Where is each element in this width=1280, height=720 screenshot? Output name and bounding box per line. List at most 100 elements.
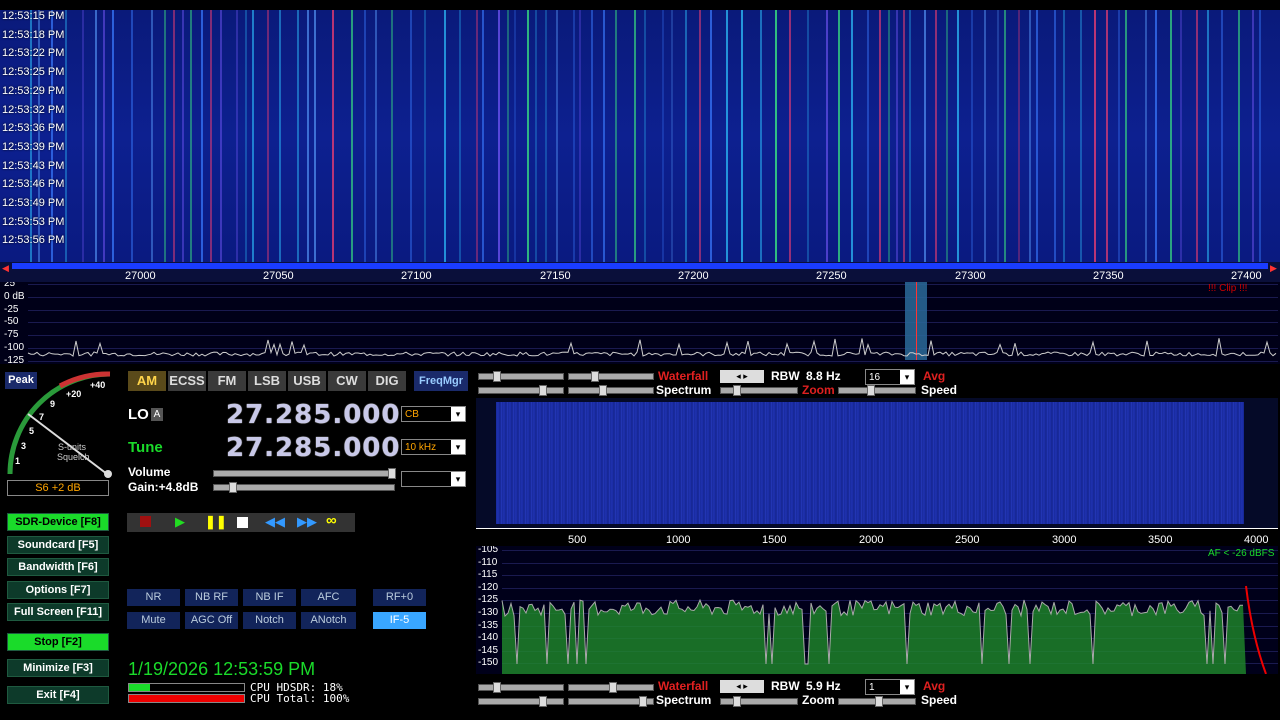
waterfall-signal-trace xyxy=(1053,10,1056,262)
mute-button[interactable]: Mute xyxy=(127,612,180,629)
waterfall-signal-trace xyxy=(614,10,617,262)
slider-knob[interactable] xyxy=(867,385,875,396)
lo-label: LO xyxy=(128,406,149,423)
play-icon[interactable]: ▶ xyxy=(175,514,185,530)
volume-label: Volume xyxy=(128,465,171,479)
rf-spectrum[interactable]: 25 0 dB -25 -50 -75 -100 -125 !!! Clip !!! xyxy=(0,282,1280,364)
mode-cw[interactable]: CW xyxy=(328,371,366,391)
slider-knob[interactable] xyxy=(539,696,547,707)
mode-dig[interactable]: DIG xyxy=(368,371,406,391)
full-screen-button[interactable]: Full Screen [F11] xyxy=(7,603,109,621)
speed-slider[interactable] xyxy=(838,385,916,396)
mode-lsb[interactable]: LSB xyxy=(248,371,286,391)
slider-knob[interactable] xyxy=(733,385,741,396)
speed-slider-2[interactable] xyxy=(838,696,916,707)
waterfall-brightness-slider-2[interactable] xyxy=(568,682,654,693)
slider-knob[interactable] xyxy=(639,696,647,707)
bandwidth-button[interactable]: Bandwidth [F6] xyxy=(7,558,109,576)
anotch-button[interactable]: ANotch xyxy=(301,612,356,629)
lo-frequency[interactable]: 27.285.000 xyxy=(226,400,400,430)
zoom-stepper-2[interactable]: ◂ ▸ xyxy=(720,680,764,693)
step-select[interactable]: 10 kHz ▾ xyxy=(401,439,466,455)
scroll-left-icon[interactable]: ◀ xyxy=(2,263,10,273)
af-frequency-tick-label: 3000 xyxy=(1052,534,1077,546)
slider-knob[interactable] xyxy=(493,682,501,693)
slider-knob[interactable] xyxy=(609,682,617,693)
mode-ecss[interactable]: ECSS xyxy=(168,371,206,391)
rewind-icon[interactable]: ◀◀ xyxy=(265,514,285,530)
af-waterfall-area[interactable] xyxy=(476,398,1278,528)
frequency-tick-label: 27050 xyxy=(263,270,294,282)
volume-slider-knob[interactable] xyxy=(388,468,396,479)
s-meter-scale-20: +20 xyxy=(66,389,82,399)
spectrum-contrast-slider-2[interactable] xyxy=(478,696,564,707)
waterfall-signal-trace xyxy=(1079,10,1082,262)
volume-slider[interactable] xyxy=(213,468,396,479)
avg-select-2[interactable]: 1 ▾ xyxy=(865,679,915,695)
waterfall-time-label: 12:53:25 PM xyxy=(2,66,65,79)
waterfall-brightness-slider[interactable] xyxy=(568,371,654,382)
rf-gain-button[interactable]: RF+0 xyxy=(373,589,426,606)
af-spectrum[interactable]: -105 -110 -115 -120 -125 -130 -135 -140 -145 -150… xyxy=(476,546,1278,674)
slider-knob[interactable] xyxy=(539,385,547,396)
frequency-tick-label: 27350 xyxy=(1093,270,1124,282)
spectrum-contrast-slider[interactable] xyxy=(478,385,564,396)
fast-forward-icon[interactable]: ▶▶ xyxy=(297,514,317,530)
zoom-slider[interactable] xyxy=(720,385,798,396)
scroll-right-icon[interactable]: ▶ xyxy=(1270,263,1278,273)
frequency-tick-label: 27400 xyxy=(1231,270,1262,282)
zoom-stepper[interactable]: ◂ ▸ xyxy=(720,370,764,383)
slider-knob[interactable] xyxy=(493,371,501,382)
pause-icon[interactable]: ❚❚ xyxy=(205,514,227,530)
slider-knob[interactable] xyxy=(591,371,599,382)
spectrum-brightness-slider-2[interactable] xyxy=(568,696,654,707)
stop-button[interactable]: Stop [F2] xyxy=(7,633,109,651)
gain-slider-knob[interactable] xyxy=(229,482,237,493)
agc-button[interactable]: AGC Off xyxy=(185,612,238,629)
waterfall-signal-trace xyxy=(909,10,912,262)
waterfall-signal-trace xyxy=(1180,10,1183,262)
band-select[interactable]: CB ▾ xyxy=(401,406,466,422)
mode-fm[interactable]: FM xyxy=(208,371,246,391)
frequency-scroll-track[interactable] xyxy=(12,263,1268,269)
nb-if-button[interactable]: NB IF xyxy=(243,589,296,606)
lo-lock-badge[interactable]: A xyxy=(151,408,163,421)
spectrum-brightness-slider[interactable] xyxy=(568,385,654,396)
waterfall-contrast-slider-2[interactable] xyxy=(478,682,564,693)
rf-waterfall[interactable]: 12:53:15 PM 12:53:18 PM 12:53:22 PM 12:53:2… xyxy=(0,10,1280,262)
notch-button[interactable]: Notch xyxy=(243,612,296,629)
s-meter-scale-5: 5 xyxy=(29,426,35,436)
slider-knob[interactable] xyxy=(875,696,883,707)
waterfall-signal-trace xyxy=(497,10,500,262)
waterfall-signal-trace xyxy=(1206,10,1209,262)
gain-slider[interactable] xyxy=(213,482,395,493)
waterfall-contrast-slider[interactable] xyxy=(478,371,564,382)
nb-rf-button[interactable]: NB RF xyxy=(185,589,238,606)
zoom-slider-2[interactable] xyxy=(720,696,798,707)
freqmgr-button[interactable]: FreqMgr xyxy=(414,371,468,391)
stop-icon[interactable] xyxy=(237,517,248,528)
soundcard-button[interactable]: Soundcard [F5] xyxy=(7,536,109,554)
waterfall-signal-trace xyxy=(1003,10,1006,262)
nr-button[interactable]: NR xyxy=(127,589,180,606)
options-button[interactable]: Options [F7] xyxy=(7,581,109,599)
tune-frequency[interactable]: 27.285.000 xyxy=(226,433,400,463)
chevron-down-icon: ▾ xyxy=(900,370,914,384)
record-icon[interactable] xyxy=(140,516,151,527)
if-gain-button[interactable]: IF-5 xyxy=(373,612,426,629)
output-select[interactable]: ▾ xyxy=(401,471,466,487)
minimize-button[interactable]: Minimize [F3] xyxy=(7,659,109,677)
mode-am[interactable]: AM xyxy=(128,371,166,391)
slider-knob[interactable] xyxy=(733,696,741,707)
avg-select[interactable]: 16 ▾ xyxy=(865,369,915,385)
sdr-device-button[interactable]: SDR-Device [F8] xyxy=(7,513,109,531)
waterfall-signal-trace xyxy=(103,10,106,262)
slider-knob[interactable] xyxy=(599,385,607,396)
mode-usb[interactable]: USB xyxy=(288,371,326,391)
chevron-down-icon: ▾ xyxy=(900,680,914,694)
af-frequency-tick-label: 1000 xyxy=(666,534,691,546)
afc-button[interactable]: AFC xyxy=(301,589,356,606)
loop-icon[interactable]: ∞ xyxy=(326,512,337,529)
exit-button[interactable]: Exit [F4] xyxy=(7,686,109,704)
waterfall-signal-trace xyxy=(482,10,485,262)
